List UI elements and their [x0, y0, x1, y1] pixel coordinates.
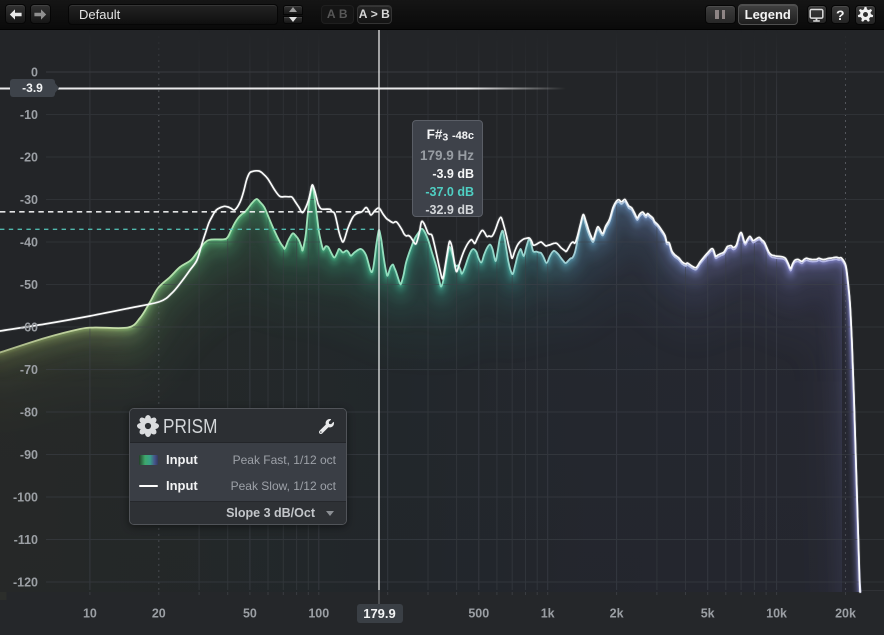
svg-text:1k: 1k: [541, 607, 555, 621]
svg-text:-100: -100: [13, 491, 38, 505]
svg-text:100: 100: [308, 607, 329, 621]
svg-text:5k: 5k: [701, 607, 715, 621]
svg-text:20: 20: [152, 607, 166, 621]
svg-text:-10: -10: [20, 108, 38, 122]
svg-text:10: 10: [83, 607, 97, 621]
svg-text:-50: -50: [20, 278, 38, 292]
svg-text:20k: 20k: [835, 607, 856, 621]
svg-text:-40: -40: [20, 236, 38, 250]
svg-text:-120: -120: [13, 576, 38, 590]
svg-text:-80: -80: [20, 406, 38, 420]
svg-text:500: 500: [468, 607, 489, 621]
svg-text:0: 0: [31, 66, 38, 80]
svg-text:-60: -60: [20, 321, 38, 335]
svg-text:2k: 2k: [610, 607, 624, 621]
svg-text:-70: -70: [20, 363, 38, 377]
svg-text:-20: -20: [20, 151, 38, 165]
svg-text:-90: -90: [20, 448, 38, 462]
svg-text:-30: -30: [20, 193, 38, 207]
svg-text:-110: -110: [14, 533, 38, 547]
svg-text:10k: 10k: [766, 607, 787, 621]
svg-text:50: 50: [243, 607, 257, 621]
